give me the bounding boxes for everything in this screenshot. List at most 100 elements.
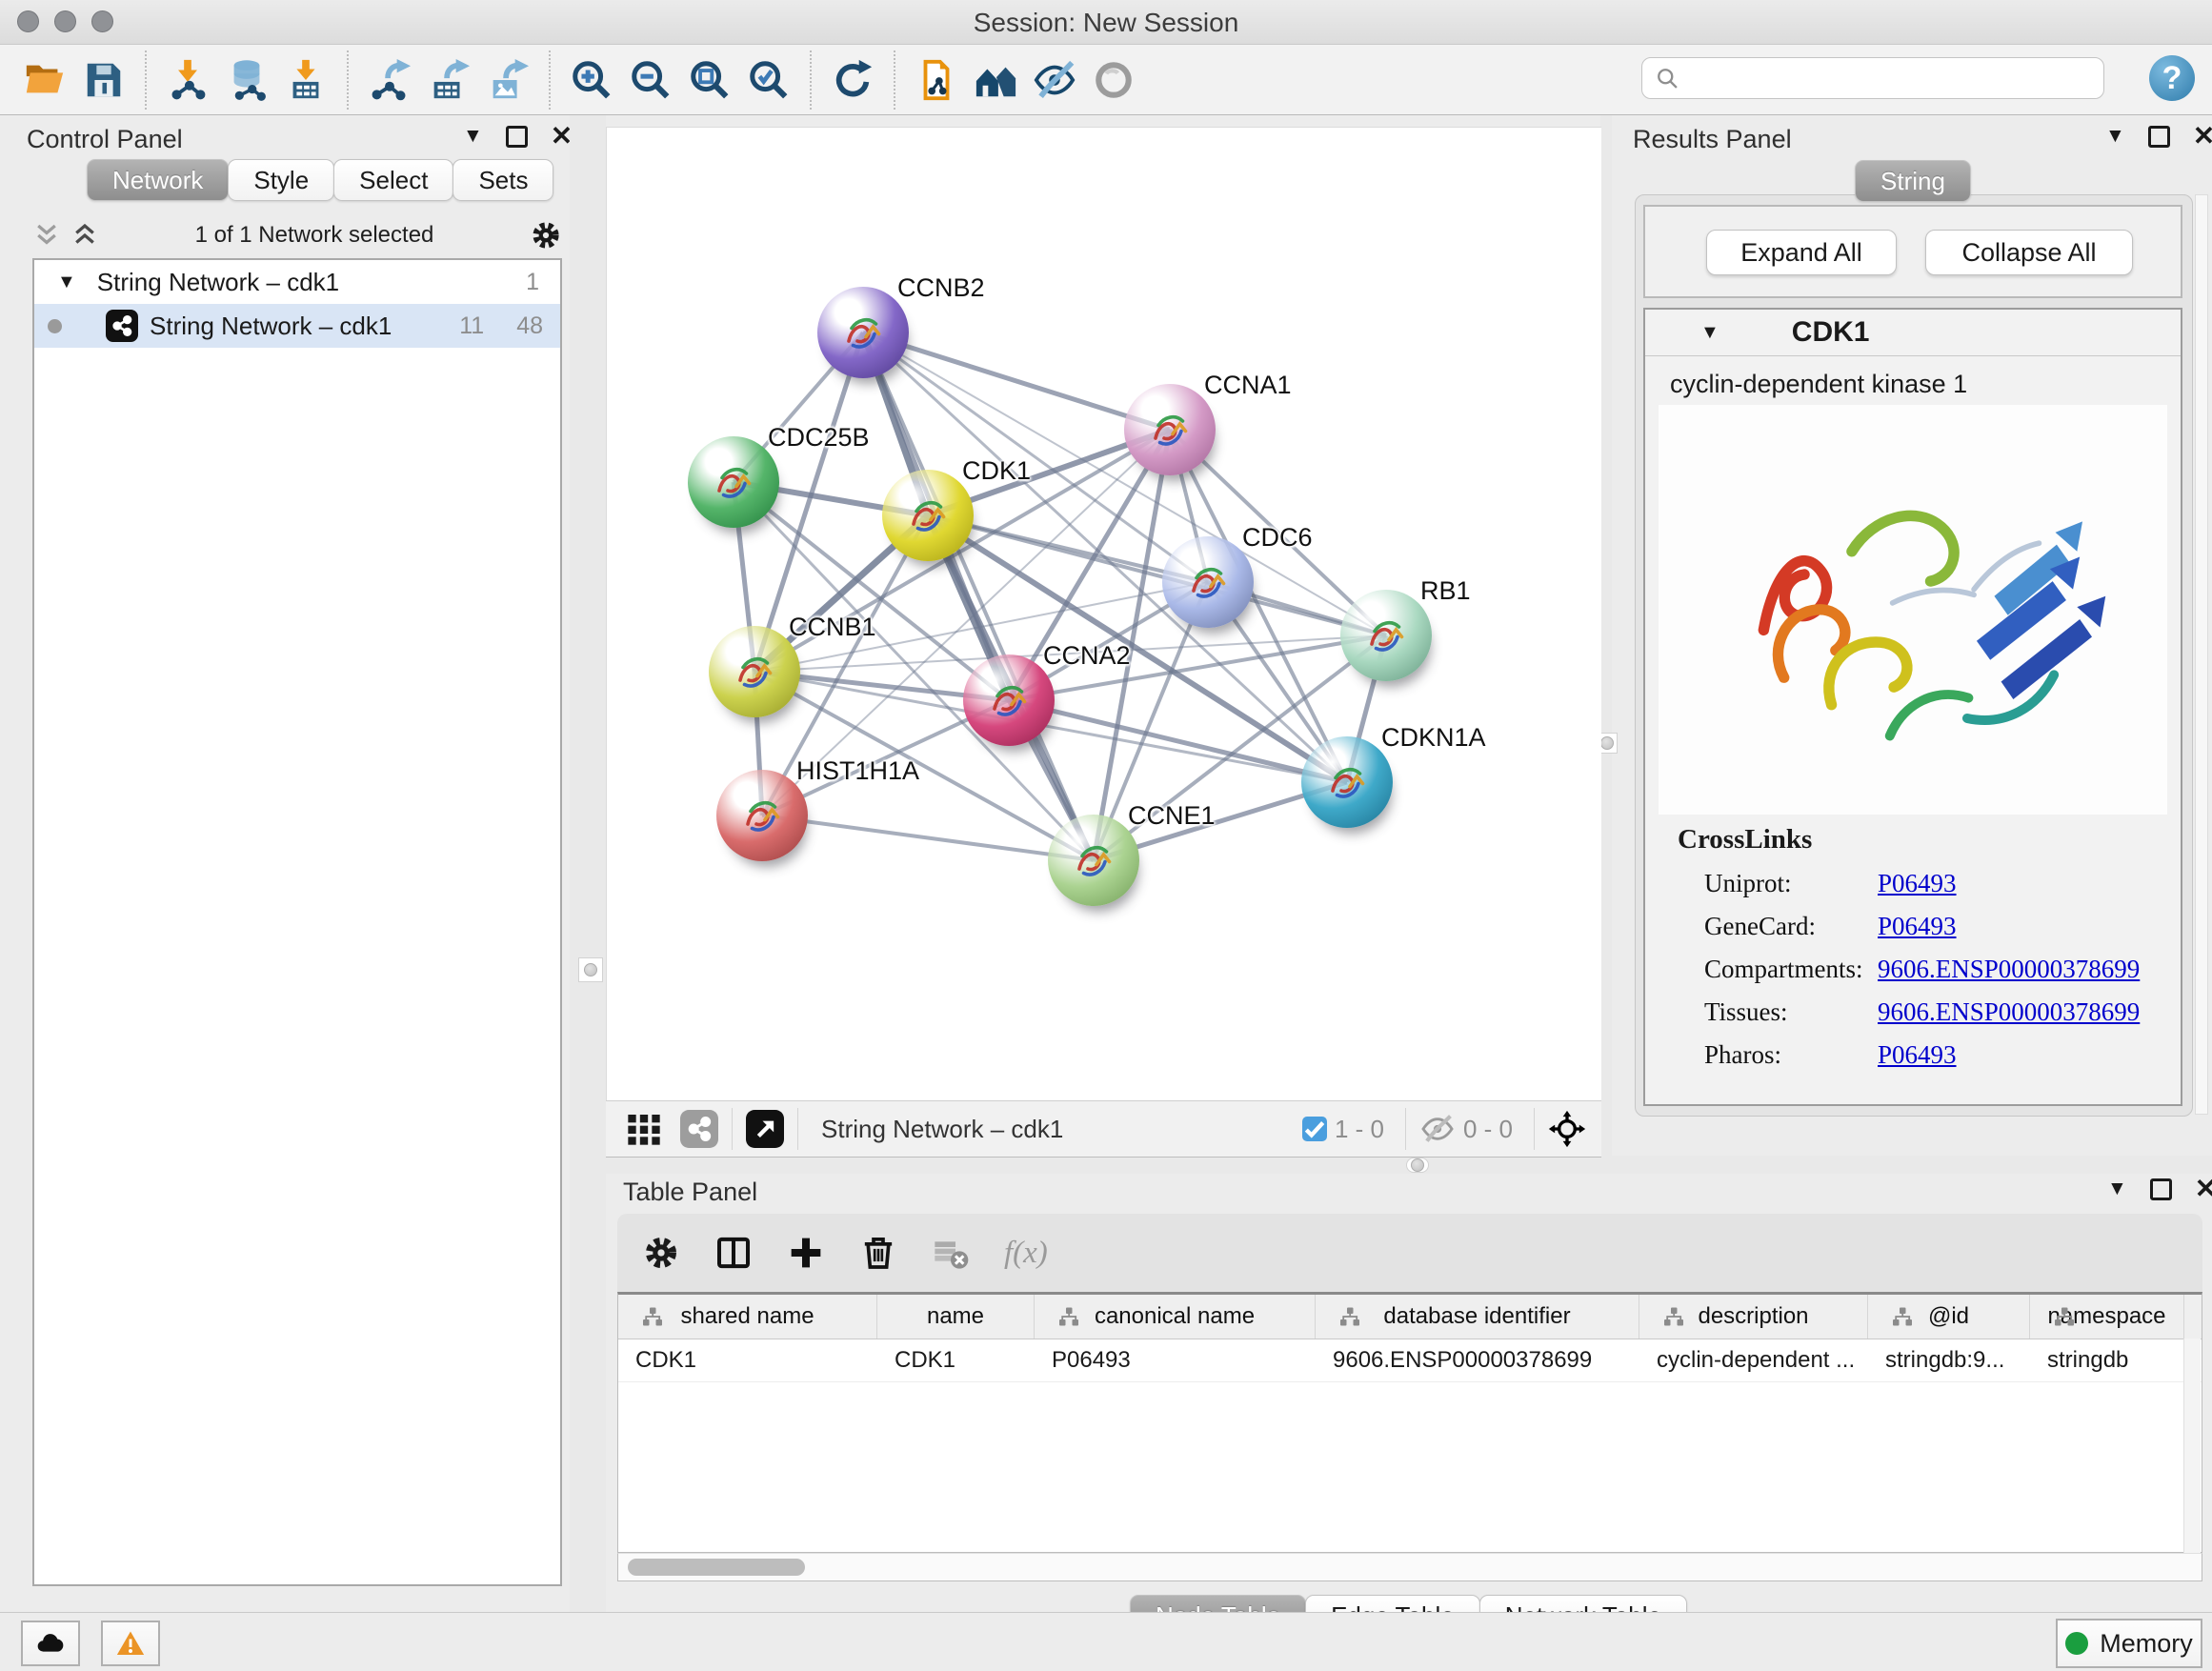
open-session-icon[interactable] bbox=[15, 50, 74, 110]
crosslink-link[interactable]: 9606.ENSP00000378699 bbox=[1878, 997, 2140, 1027]
node-HIST1H1A[interactable] bbox=[716, 770, 808, 861]
collapse-entry-icon[interactable]: ▼ bbox=[1700, 322, 1719, 344]
cell-database-identifier[interactable]: 9606.ENSP00000378699 bbox=[1316, 1339, 1639, 1381]
toolbar-groups bbox=[15, 45, 1143, 114]
memory-button[interactable]: Memory bbox=[2056, 1619, 2202, 1668]
table-settings-gear-icon[interactable] bbox=[642, 1234, 680, 1272]
pan-tool-icon[interactable] bbox=[1548, 1110, 1586, 1148]
node-CDC25B[interactable] bbox=[688, 436, 779, 528]
node-CDK1[interactable] bbox=[882, 470, 974, 561]
column-header-description[interactable]: description bbox=[1639, 1295, 1868, 1339]
save-session-icon[interactable] bbox=[74, 50, 133, 110]
node-RB1[interactable] bbox=[1340, 590, 1432, 681]
cell-namespace[interactable]: stringdb bbox=[2030, 1339, 2184, 1381]
collapse-all-button[interactable]: Collapse All bbox=[1925, 230, 2133, 275]
expand-all-icon[interactable] bbox=[32, 221, 61, 250]
gene-card-header[interactable]: ▼ CDK1 bbox=[1645, 310, 2181, 356]
export-network-icon[interactable] bbox=[360, 50, 419, 110]
export-image-icon[interactable] bbox=[478, 50, 537, 110]
node-CCNA2[interactable] bbox=[963, 654, 1055, 746]
gene-symbol: CDK1 bbox=[1792, 316, 1870, 349]
node-CCNE1[interactable] bbox=[1048, 815, 1139, 906]
zoom-out-icon[interactable] bbox=[621, 50, 680, 110]
selected-checkbox[interactable] bbox=[1302, 1117, 1327, 1141]
column-header-namespace[interactable]: namespace bbox=[2030, 1295, 2184, 1339]
expand-all-button[interactable]: Expand All bbox=[1706, 230, 1897, 275]
cloud-button[interactable] bbox=[21, 1621, 80, 1666]
import-database-icon[interactable] bbox=[217, 50, 276, 110]
tab-network[interactable]: Network bbox=[87, 159, 229, 201]
zoom-selected-icon[interactable] bbox=[739, 50, 798, 110]
column-type-icon bbox=[630, 1305, 653, 1328]
cell-shared-name[interactable]: CDK1 bbox=[618, 1339, 877, 1381]
cell-canonical-name[interactable]: P06493 bbox=[1035, 1339, 1316, 1381]
tab-select[interactable]: Select bbox=[333, 159, 453, 201]
network-canvas[interactable]: CCNB2CCNA1CDC25BCDK1CDC6RB1CCNB1CCNA2CDK… bbox=[606, 127, 1601, 1101]
zoom-in-icon[interactable] bbox=[562, 50, 621, 110]
tab-sets[interactable]: Sets bbox=[452, 159, 553, 201]
tab-style[interactable]: Style bbox=[228, 159, 334, 201]
right-splitter[interactable] bbox=[1600, 115, 1612, 1174]
home-icon[interactable] bbox=[966, 50, 1025, 110]
birdseye-view-icon[interactable] bbox=[1084, 50, 1143, 110]
node-CCNA1[interactable] bbox=[1124, 384, 1216, 475]
search-field[interactable] bbox=[1641, 57, 2104, 99]
column-header--id[interactable]: @id bbox=[1868, 1295, 2030, 1339]
table-horizontal-scrollbar[interactable] bbox=[617, 1553, 2202, 1581]
left-splitter[interactable] bbox=[570, 115, 606, 1612]
table-row[interactable]: CDK1CDK1P064939606.ENSP00000378699cyclin… bbox=[618, 1339, 2202, 1382]
collapse-all-icon[interactable] bbox=[70, 221, 99, 250]
status-bar: Memory bbox=[0, 1612, 2212, 1671]
panel-float-icon[interactable] bbox=[2148, 126, 2170, 148]
hide-graphics-details-icon[interactable] bbox=[1025, 50, 1084, 110]
node-CDKN1A[interactable] bbox=[1301, 736, 1393, 828]
network-row-selected[interactable]: String Network – cdk1 11 48 bbox=[34, 304, 560, 348]
crosslink-link[interactable]: P06493 bbox=[1878, 1040, 1957, 1070]
panel-float-icon[interactable] bbox=[2150, 1178, 2172, 1200]
crosslink-link[interactable]: P06493 bbox=[1878, 869, 1957, 898]
crosslink-link[interactable]: P06493 bbox=[1878, 912, 1957, 941]
help-button[interactable]: ? bbox=[2149, 55, 2195, 101]
tree-expand-icon[interactable]: ▼ bbox=[57, 272, 76, 293]
gear-icon[interactable] bbox=[530, 219, 562, 252]
panel-float-icon[interactable] bbox=[506, 126, 528, 148]
network-view-icon[interactable] bbox=[680, 1110, 718, 1148]
export-table-icon[interactable] bbox=[419, 50, 478, 110]
panel-menu-icon[interactable]: ▼ bbox=[2107, 1178, 2127, 1200]
panel-menu-icon[interactable]: ▼ bbox=[463, 125, 483, 148]
document-network-icon[interactable] bbox=[907, 50, 966, 110]
network-collection-row[interactable]: ▼ String Network – cdk1 1 bbox=[34, 260, 560, 304]
results-scrollbar[interactable] bbox=[2195, 194, 2208, 1115]
node-CCNB2[interactable] bbox=[817, 287, 909, 378]
column-header-shared-name[interactable]: shared name bbox=[618, 1295, 877, 1339]
node-CCNB1[interactable] bbox=[709, 626, 800, 717]
show-columns-icon[interactable] bbox=[714, 1234, 753, 1272]
zoom-fit-icon[interactable] bbox=[680, 50, 739, 110]
delete-column-trash-icon[interactable] bbox=[859, 1234, 897, 1272]
add-column-icon[interactable] bbox=[787, 1234, 825, 1272]
column-header-canonical-name[interactable]: canonical name bbox=[1035, 1295, 1316, 1339]
table-vertical-scrollbar[interactable] bbox=[2183, 1339, 2201, 1554]
warnings-button[interactable] bbox=[101, 1621, 160, 1666]
refresh-network-icon[interactable] bbox=[823, 50, 882, 110]
memory-label: Memory bbox=[2100, 1629, 2193, 1659]
panel-menu-icon[interactable]: ▼ bbox=[2105, 125, 2125, 148]
grid-view-icon[interactable] bbox=[625, 1110, 663, 1148]
panel-close-icon[interactable]: ✕ bbox=[2193, 127, 2212, 146]
crosslink-link[interactable]: 9606.ENSP00000378699 bbox=[1878, 955, 2140, 984]
open-external-icon[interactable] bbox=[746, 1110, 784, 1148]
column-header-name[interactable]: name bbox=[877, 1295, 1035, 1339]
import-table-icon[interactable] bbox=[276, 50, 335, 110]
search-input[interactable] bbox=[1688, 64, 2103, 92]
tab-string[interactable]: String bbox=[1855, 160, 1971, 202]
column-type-icon bbox=[1651, 1305, 1674, 1328]
node-CDC6[interactable] bbox=[1162, 536, 1254, 628]
import-network-icon[interactable] bbox=[158, 50, 217, 110]
gene-description: cyclin-dependent kinase 1 bbox=[1670, 370, 2181, 399]
cell-description[interactable]: cyclin-dependent ... bbox=[1639, 1339, 1868, 1381]
column-header-database-identifier[interactable]: database identifier bbox=[1316, 1295, 1639, 1339]
panel-close-icon[interactable]: ✕ bbox=[2195, 1179, 2212, 1198]
cell--id[interactable]: stringdb:9... bbox=[1868, 1339, 2030, 1381]
cell-name[interactable]: CDK1 bbox=[877, 1339, 1035, 1381]
scrollbar-thumb[interactable] bbox=[628, 1559, 805, 1576]
